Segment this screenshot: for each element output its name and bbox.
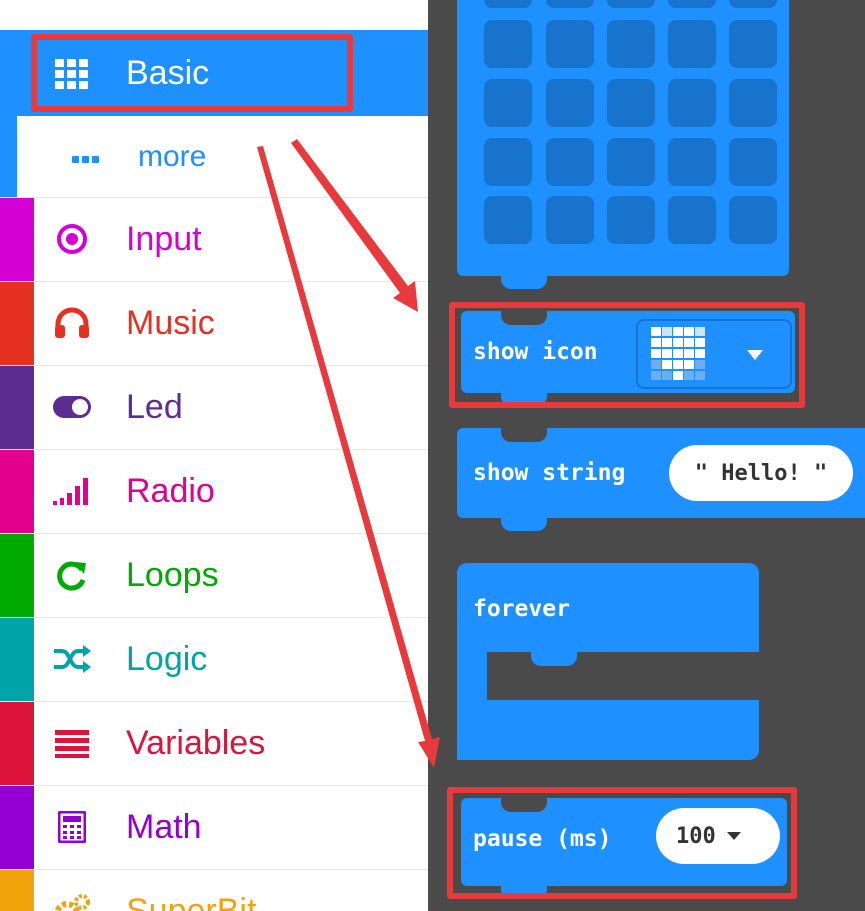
category-color-bar (0, 366, 34, 449)
led-cell[interactable] (668, 20, 716, 68)
led-cell[interactable] (546, 20, 594, 68)
category-label: Math (126, 808, 202, 846)
category-math[interactable]: Math (0, 786, 428, 870)
highlight-show-icon (449, 302, 805, 408)
block-notch (501, 428, 547, 442)
makecode-editor: Basic more Input Music Led Radio Loops L… (0, 0, 865, 911)
led-cell[interactable] (546, 0, 594, 8)
category-label: Music (126, 304, 215, 342)
category-color-bar (0, 702, 34, 785)
toolbox-top-strip (0, 0, 428, 30)
led-cell[interactable] (607, 138, 655, 186)
category-color-bar (0, 282, 34, 365)
category-label: Variables (126, 724, 266, 762)
led-cell[interactable] (607, 196, 655, 244)
show-string-label: show string (473, 460, 626, 486)
led-cell[interactable] (484, 0, 532, 8)
category-label: more (138, 140, 207, 173)
led-cell[interactable] (668, 196, 716, 244)
category-superbit[interactable]: SuperBit (0, 870, 428, 911)
list-lines-icon (52, 723, 92, 763)
led-cell[interactable] (484, 196, 532, 244)
category-label: Led (126, 388, 183, 426)
category-label: Input (126, 220, 202, 258)
led-cell[interactable] (607, 0, 655, 8)
shuffle-icon (52, 639, 92, 679)
led-cell[interactable] (484, 138, 532, 186)
led-cell[interactable] (729, 196, 777, 244)
led-cell[interactable] (668, 138, 716, 186)
category-label: SuperBit (126, 892, 257, 911)
category-label: Radio (126, 472, 215, 510)
forever-slot (487, 652, 759, 700)
category-color-bar (0, 198, 34, 281)
category-logic[interactable]: Logic (0, 618, 428, 702)
category-color-bar (0, 450, 34, 533)
led-cell[interactable] (668, 0, 716, 8)
led-cell[interactable] (546, 196, 594, 244)
led-cell[interactable] (607, 20, 655, 68)
signal-bars-icon (52, 471, 92, 511)
category-music[interactable]: Music (0, 282, 428, 366)
string-value: " Hello! " (694, 460, 828, 486)
led-cell[interactable] (484, 20, 532, 68)
block-notch (531, 652, 577, 666)
category-label: Logic (126, 640, 208, 678)
refresh-icon (52, 555, 92, 595)
led-cell[interactable] (546, 79, 594, 127)
category-color-bar (0, 870, 34, 911)
category-label: Loops (126, 556, 219, 594)
string-input[interactable]: " Hello! " (669, 445, 853, 501)
category-color-bar (0, 534, 34, 617)
more-dots-icon (66, 140, 106, 180)
block-workspace[interactable]: show icon show string " Hello! " forever… (428, 0, 865, 911)
calculator-icon (52, 807, 92, 847)
category-radio[interactable]: Radio (0, 450, 428, 534)
led-cell[interactable] (546, 138, 594, 186)
headphones-icon (52, 303, 92, 343)
category-color-bar (0, 116, 17, 197)
gears-icon (52, 891, 92, 911)
category-bar-gap (17, 116, 34, 197)
category-input[interactable]: Input (0, 198, 428, 282)
led-cell[interactable] (729, 79, 777, 127)
led-cell[interactable] (729, 138, 777, 186)
toolbox: Basic more Input Music Led Radio Loops L… (0, 0, 428, 911)
category-basic-more[interactable]: more (0, 116, 428, 198)
led-cell[interactable] (607, 79, 655, 127)
block-notch (501, 275, 547, 289)
led-cell[interactable] (729, 20, 777, 68)
category-variables[interactable]: Variables (0, 702, 428, 786)
category-loops[interactable]: Loops (0, 534, 428, 618)
forever-bottom (457, 700, 759, 760)
toggle-icon (52, 387, 92, 427)
category-led[interactable]: Led (0, 366, 428, 450)
led-cell[interactable] (668, 79, 716, 127)
radio-target-icon (52, 219, 92, 259)
category-color-bar (0, 786, 34, 869)
led-cell[interactable] (729, 0, 777, 8)
highlight-basic (31, 34, 353, 112)
led-cell[interactable] (484, 79, 532, 127)
forever-label: forever (473, 596, 570, 622)
block-notch (501, 517, 547, 531)
highlight-pause (447, 787, 797, 899)
category-color-bar (0, 618, 34, 701)
